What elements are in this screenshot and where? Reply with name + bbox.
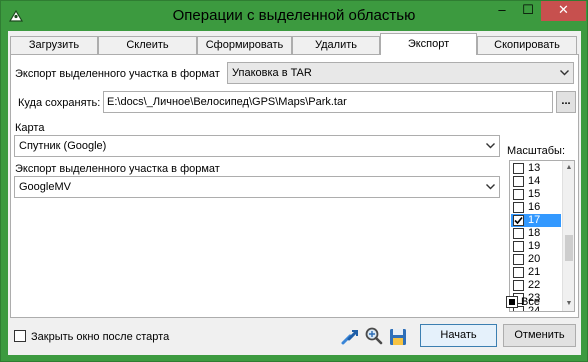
zoom-level-label: 17	[528, 214, 541, 226]
scroll-up-arrow-icon[interactable]: ▲	[563, 161, 574, 175]
map-label: Карта	[15, 122, 45, 134]
zoom-checkbox[interactable]	[513, 163, 524, 174]
link-arrows-icon[interactable]	[340, 327, 360, 347]
scroll-thumb[interactable]	[565, 235, 573, 261]
browse-button[interactable]: ...	[556, 91, 576, 113]
scroll-down-arrow-icon[interactable]: ▼	[563, 297, 574, 311]
zoom-level-label: 14	[528, 175, 541, 187]
zoom-list-item[interactable]: 19	[511, 240, 561, 253]
zoom-checkbox[interactable]	[513, 202, 524, 213]
chevron-down-icon	[486, 143, 495, 149]
zoom-level-label: 21	[528, 266, 541, 278]
all-zooms-checkbox[interactable]	[506, 296, 518, 308]
zoom-checkbox[interactable]	[513, 176, 524, 187]
zoom-list-item[interactable]: 18	[511, 227, 561, 240]
inner-format-select[interactable]: GoogleMV	[14, 176, 500, 198]
zooms-label: Масштабы:	[507, 145, 566, 157]
zoom-list[interactable]: 13 14 15 16 17 18 19 20 21 22 23 24 ▲ ▼	[509, 160, 575, 312]
zoom-level-label: 20	[528, 253, 541, 265]
all-zooms-label: Все	[521, 296, 540, 308]
indeterminate-mark-icon	[509, 299, 515, 305]
zoom-checkbox[interactable]	[513, 254, 524, 265]
save-to-label: Куда сохранять:	[18, 97, 101, 109]
format-select[interactable]: Упаковка в TAR	[227, 62, 574, 84]
close-button[interactable]: ✕	[541, 1, 586, 21]
export-panel: Экспорт выделенного участка в формат Упа…	[10, 54, 579, 318]
zoom-level-label: 15	[528, 188, 541, 200]
zoom-list-item[interactable]: 16	[511, 201, 561, 214]
dialog-client: Загрузить Склеить Сформировать Удалить Э…	[8, 31, 581, 355]
cancel-button[interactable]: Отменить	[503, 324, 576, 347]
save-floppy-icon[interactable]	[388, 327, 408, 347]
close-after-start-label: Закрыть окно после старта	[31, 331, 170, 343]
zoom-magnifier-icon[interactable]	[364, 326, 384, 346]
zoom-list-item[interactable]: 14	[511, 175, 561, 188]
save-path-input[interactable]	[104, 92, 552, 112]
zoom-level-label: 16	[528, 201, 541, 213]
zoom-checkbox[interactable]	[513, 189, 524, 200]
chevron-down-icon	[560, 70, 569, 76]
zoom-list-item[interactable]: 22	[511, 279, 561, 292]
checkmark-icon	[514, 216, 523, 225]
zoom-list-scrollbar[interactable]: ▲ ▼	[562, 161, 574, 311]
map-value: Спутник (Google)	[19, 140, 107, 152]
zoom-checkbox[interactable]	[513, 267, 524, 278]
tab-copy[interactable]: Скопировать	[477, 36, 577, 55]
zoom-list-item[interactable]: 20	[511, 253, 561, 266]
tab-strip: Загрузить Склеить Сформировать Удалить Э…	[10, 33, 579, 55]
tab-generate[interactable]: Сформировать	[197, 36, 292, 55]
tab-export[interactable]: Экспорт	[380, 33, 477, 55]
zoom-list-item[interactable]: 15	[511, 188, 561, 201]
maximize-button[interactable]: ☐	[515, 1, 541, 21]
zoom-level-label: 18	[528, 227, 541, 239]
zoom-level-label: 19	[528, 240, 541, 252]
zoom-checkbox[interactable]	[513, 228, 524, 239]
title-bar[interactable]: Операции с выделенной областью – ☐ ✕	[1, 1, 587, 31]
minimize-button[interactable]: –	[489, 1, 515, 21]
zoom-level-label: 13	[528, 162, 541, 174]
inner-format-label: Экспорт выделенного участка в формат	[15, 163, 220, 175]
zoom-list-item[interactable]: 17	[511, 214, 561, 227]
tab-download[interactable]: Загрузить	[10, 36, 98, 55]
zoom-list-item[interactable]: 13	[511, 162, 561, 175]
format-label: Экспорт выделенного участка в формат	[15, 68, 220, 80]
zoom-checkbox[interactable]	[513, 215, 524, 226]
zoom-level-label: 22	[528, 279, 541, 291]
zoom-list-item[interactable]: 21	[511, 266, 561, 279]
tab-delete[interactable]: Удалить	[292, 36, 380, 55]
inner-format-value: GoogleMV	[19, 181, 71, 193]
tab-stitch[interactable]: Склеить	[98, 36, 197, 55]
zoom-checkbox[interactable]	[513, 280, 524, 291]
zoom-checkbox[interactable]	[513, 241, 524, 252]
save-path-input-box[interactable]	[103, 91, 553, 113]
close-after-start-checkbox[interactable]	[14, 330, 26, 342]
chevron-down-icon	[486, 184, 495, 190]
app-window: Операции с выделенной областью – ☐ ✕ Заг…	[0, 0, 588, 362]
start-button[interactable]: Начать	[420, 324, 497, 347]
format-value: Упаковка в TAR	[232, 67, 312, 79]
map-select[interactable]: Спутник (Google)	[14, 135, 500, 157]
